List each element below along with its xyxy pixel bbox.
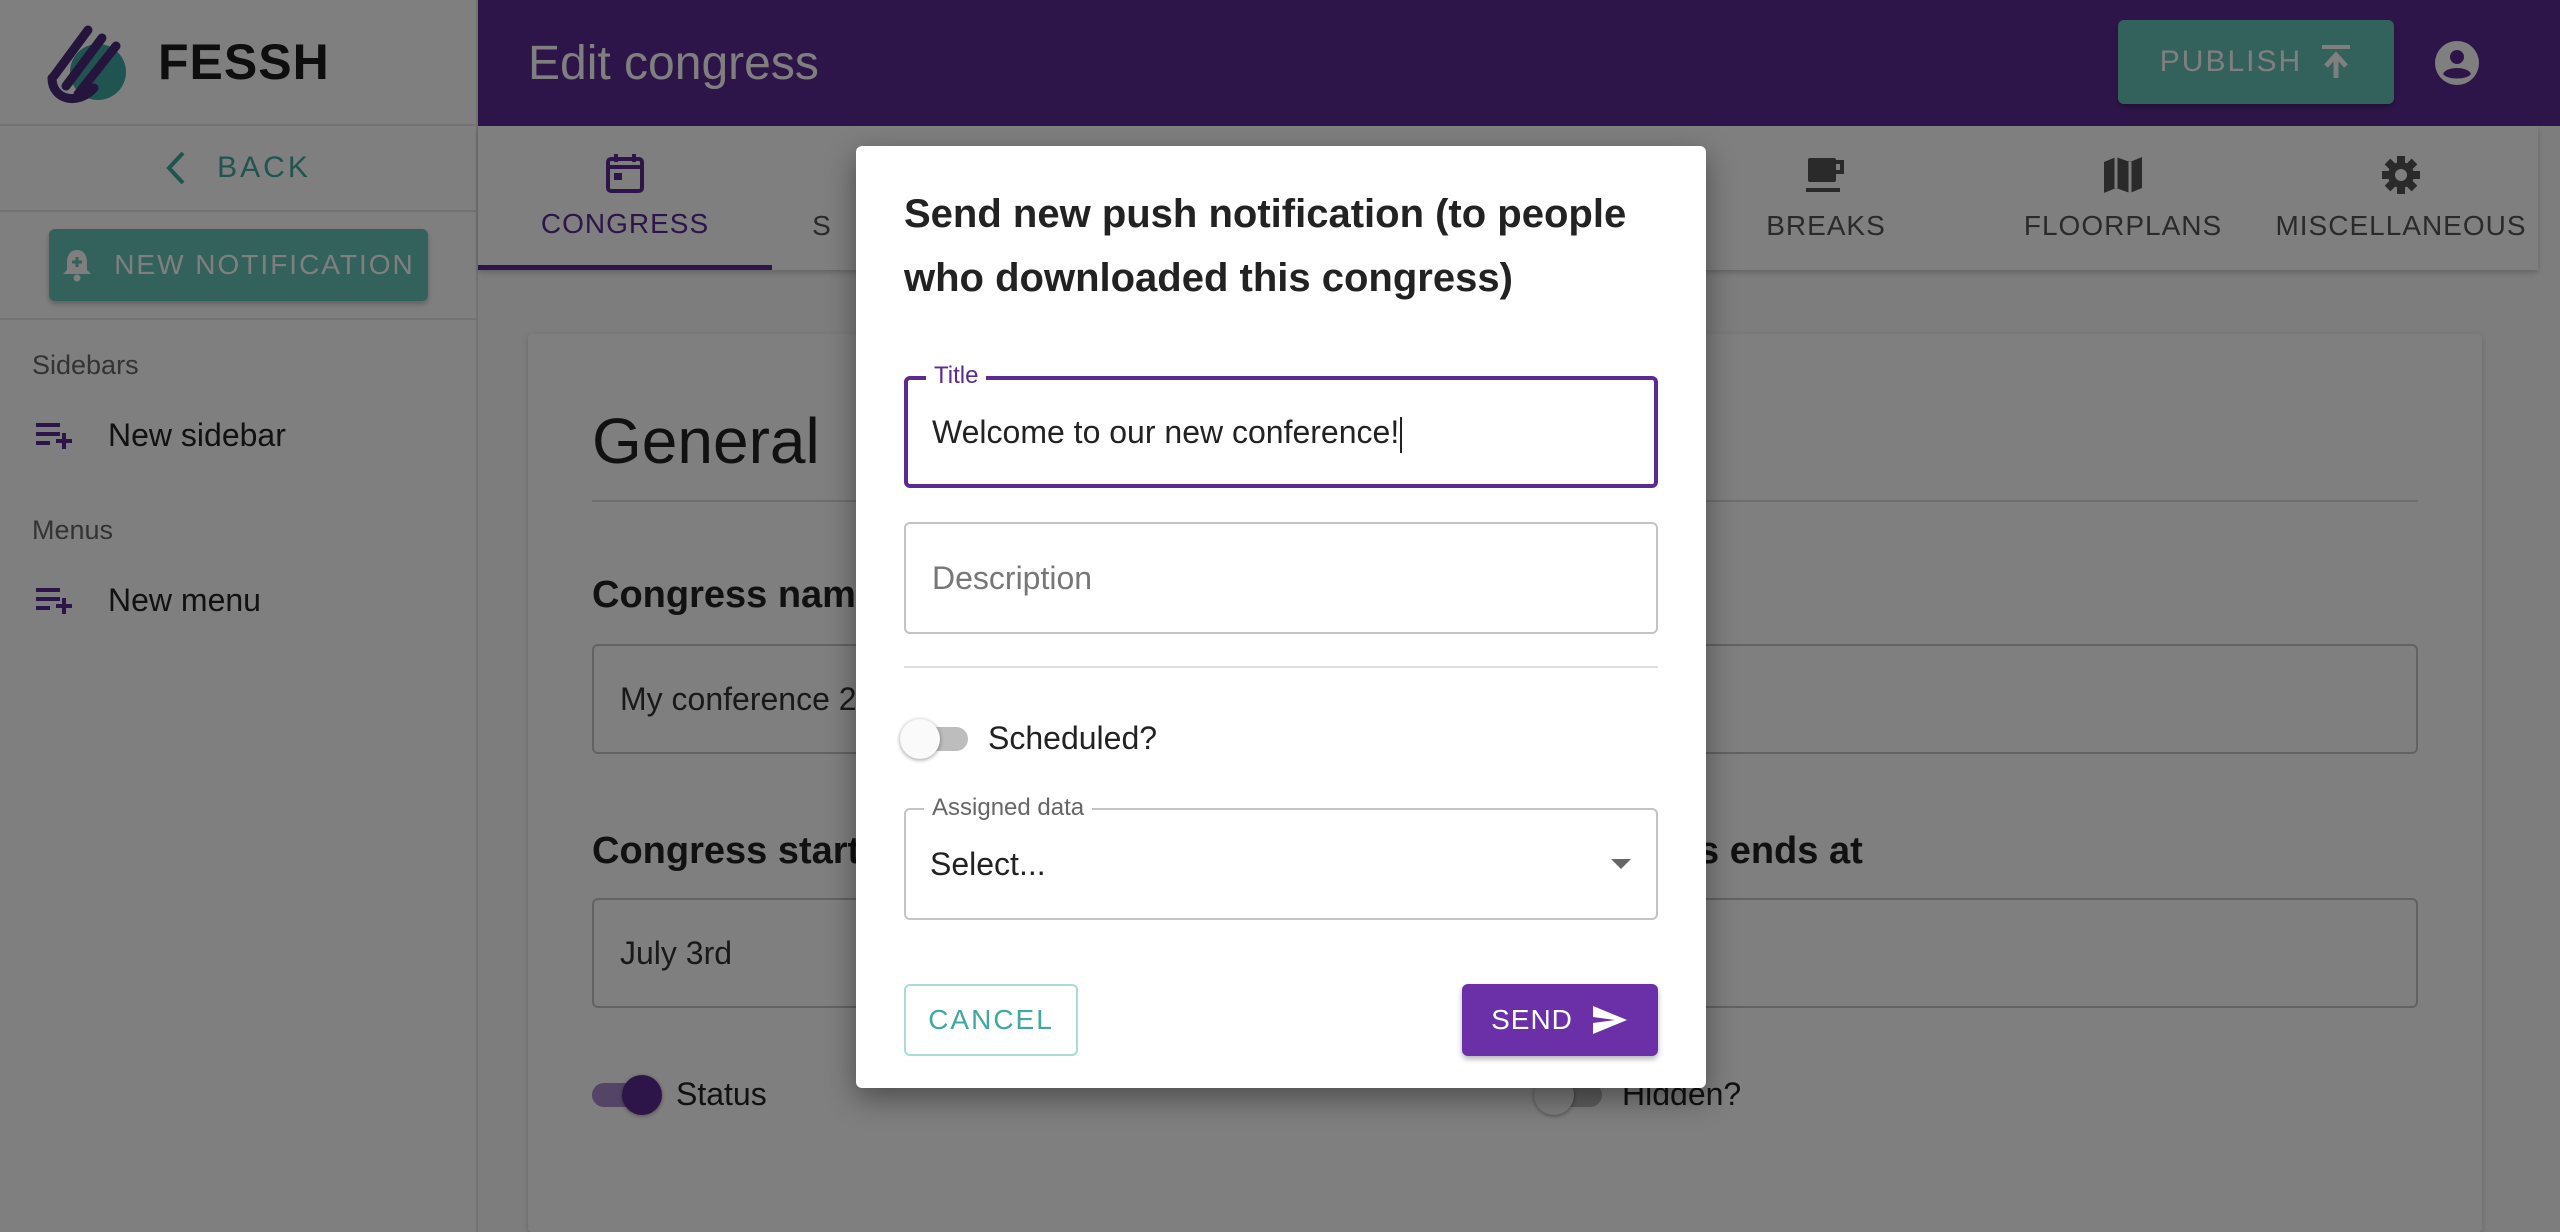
dialog-divider bbox=[904, 666, 1658, 668]
title-field-label: Title bbox=[926, 362, 987, 390]
switch-knob bbox=[900, 718, 940, 759]
description-field[interactable]: Description bbox=[904, 522, 1658, 634]
title-field[interactable]: Title Welcome to our new conference! bbox=[904, 362, 1658, 488]
push-notification-dialog: Send new push notification (to people wh… bbox=[856, 146, 1706, 1088]
send-button[interactable]: SEND bbox=[1462, 984, 1658, 1056]
assigned-data-label: Assigned data bbox=[924, 794, 1093, 822]
scheduled-toggle[interactable]: Scheduled? bbox=[900, 718, 1158, 759]
send-label: SEND bbox=[1491, 1004, 1573, 1035]
cancel-button[interactable]: CANCEL bbox=[904, 984, 1078, 1056]
title-input-value: Welcome to our new conference! bbox=[932, 414, 1400, 450]
send-icon bbox=[1592, 1006, 1627, 1034]
scheduled-label: Scheduled? bbox=[988, 720, 1158, 756]
text-cursor bbox=[1400, 416, 1403, 453]
assigned-data-select[interactable]: Assigned data Select... bbox=[904, 794, 1658, 920]
switch-track bbox=[900, 718, 968, 759]
assigned-data-value: Select... bbox=[930, 846, 1046, 882]
dialog-title: Send new push notification (to people wh… bbox=[904, 192, 1627, 300]
dropdown-arrow-icon bbox=[1611, 859, 1631, 869]
cancel-label: CANCEL bbox=[928, 1004, 1054, 1035]
description-placeholder: Description bbox=[932, 560, 1093, 596]
